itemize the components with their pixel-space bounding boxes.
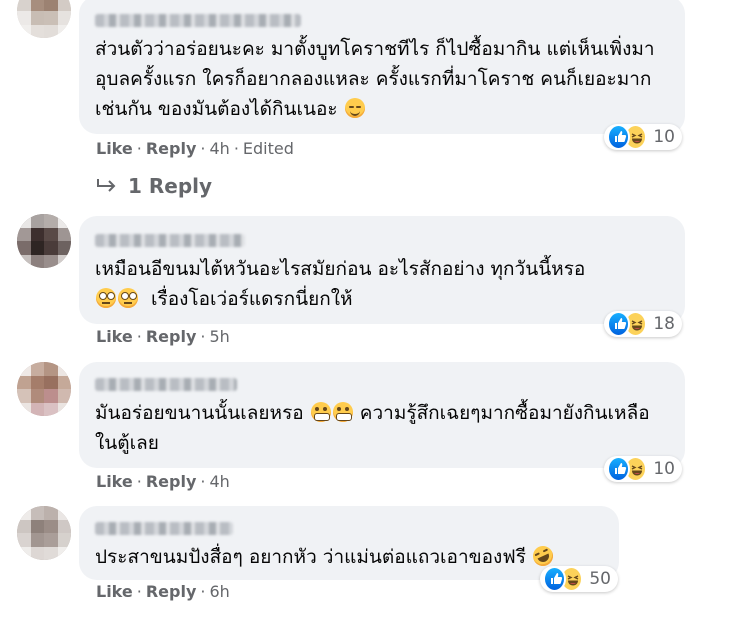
reaction-summary[interactable]: 18 bbox=[604, 311, 682, 337]
reaction-count: 10 bbox=[653, 459, 675, 479]
reaction-count: 50 bbox=[589, 569, 611, 589]
timestamp[interactable]: 4h bbox=[209, 472, 229, 491]
reaction-count: 10 bbox=[653, 127, 675, 147]
comment-bubble: ประสาขนมปังสื่อๆ อยากหัว ว่าแม่นต่อแถวเอ… bbox=[79, 506, 619, 580]
comment-actions: Like · Reply · 4h bbox=[96, 472, 230, 491]
avatar[interactable] bbox=[17, 362, 71, 416]
like-link[interactable]: Like bbox=[96, 582, 133, 601]
reply-link[interactable]: Reply bbox=[146, 139, 197, 158]
timestamp[interactable]: 6h bbox=[209, 582, 229, 601]
like-reaction-icon bbox=[607, 311, 631, 337]
face-with-rolling-eyes-icon bbox=[96, 288, 116, 308]
like-link[interactable]: Like bbox=[96, 472, 133, 491]
like-reaction-icon bbox=[607, 456, 631, 482]
like-link[interactable]: Like bbox=[96, 327, 133, 346]
view-replies-link[interactable]: 1 Reply bbox=[96, 174, 212, 198]
author-name-blurred[interactable] bbox=[95, 234, 245, 247]
like-reaction-icon bbox=[543, 566, 567, 592]
comment-text: ประสาขนมปังสื่อๆ อยากหัว ว่าแม่นต่อแถวเอ… bbox=[95, 546, 526, 568]
reply-link[interactable]: Reply bbox=[146, 582, 197, 601]
face-with-rolling-eyes-icon bbox=[118, 288, 138, 308]
reaction-summary[interactable]: 10 bbox=[604, 124, 682, 150]
avatar[interactable] bbox=[17, 0, 71, 38]
author-name-blurred[interactable] bbox=[95, 522, 233, 535]
like-reaction-icon bbox=[607, 124, 631, 150]
comment-actions: Like · Reply · 5h bbox=[96, 327, 230, 346]
comment-text: ส่วนตัวว่าอร่อยนะคะ มาตั้งบูทโคราชทีไร ก… bbox=[95, 38, 655, 120]
timestamp[interactable]: 5h bbox=[209, 327, 229, 346]
author-name-blurred[interactable] bbox=[95, 14, 301, 27]
comment-bubble: ส่วนตัวว่าอร่อยนะคะ มาตั้งบูทโคราชทีไร ก… bbox=[79, 0, 685, 134]
smiling-face-icon bbox=[344, 98, 365, 118]
comment-bubble: เหมือนอีขนมไต้หวันอะไรสมัยก่อน อะไรสักอย… bbox=[79, 216, 685, 324]
reaction-summary[interactable]: 10 bbox=[604, 456, 682, 482]
comment-text: มันอร่อยขนานนั้นเลยหรอ bbox=[95, 402, 304, 424]
reply-arrow-icon bbox=[97, 179, 116, 192]
reaction-count: 18 bbox=[653, 314, 675, 334]
comment-bubble: มันอร่อยขนานนั้นเลยหรอ ความรู้สึกเฉยๆมาก… bbox=[79, 362, 685, 468]
avatar[interactable] bbox=[17, 214, 71, 268]
author-name-blurred[interactable] bbox=[95, 378, 237, 391]
view-replies-label: 1 Reply bbox=[128, 174, 213, 198]
grimacing-face-icon bbox=[310, 402, 331, 422]
like-link[interactable]: Like bbox=[96, 139, 133, 158]
comment-actions: Like · Reply · 6h bbox=[96, 582, 230, 601]
reply-link[interactable]: Reply bbox=[146, 327, 197, 346]
edited-label[interactable]: Edited bbox=[243, 139, 294, 158]
timestamp[interactable]: 4h bbox=[209, 139, 229, 158]
reaction-summary[interactable]: 50 bbox=[540, 566, 618, 592]
avatar[interactable] bbox=[17, 506, 71, 560]
reply-link[interactable]: Reply bbox=[146, 472, 197, 491]
comment-text: เหมือนอีขนมไต้หวันอะไรสมัยก่อน อะไรสักอย… bbox=[95, 258, 586, 280]
comment-actions: Like · Reply · 4h · Edited bbox=[96, 139, 294, 158]
comment-text-line-2: เรื่องโอเว่อร์แดรกนี่ยกให้ bbox=[151, 288, 353, 310]
grimacing-face-icon bbox=[332, 402, 353, 422]
